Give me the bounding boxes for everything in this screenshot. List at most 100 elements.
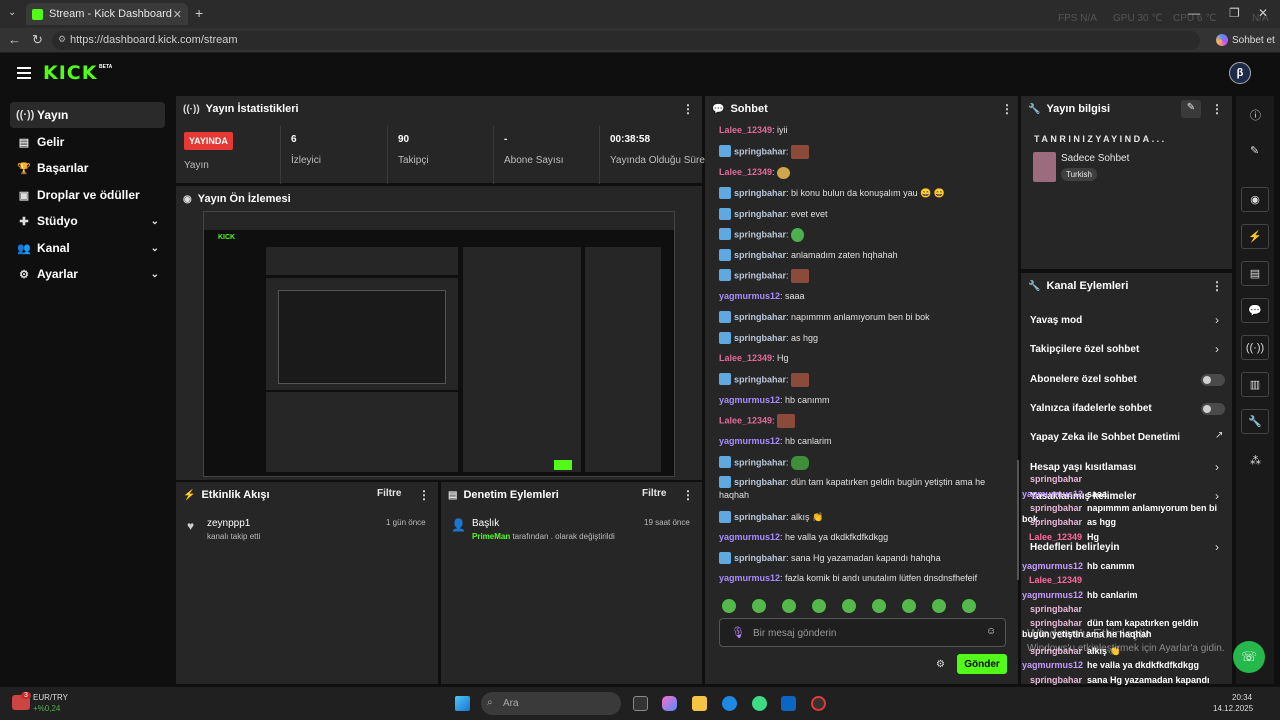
reload-icon[interactable]: ↻ xyxy=(32,32,43,48)
widgets-icon[interactable]: ⁂ xyxy=(1250,454,1261,467)
more-icon[interactable]: ⋮ xyxy=(1211,279,1223,293)
chat-username[interactable]: springbahar xyxy=(734,146,786,156)
wrench-icon[interactable]: 🔧 xyxy=(1241,409,1269,434)
moderation-actor[interactable]: PrimeMan xyxy=(472,532,510,541)
chat-username[interactable]: Lalee_12349 xyxy=(719,415,772,425)
sidebar-item-gelir[interactable]: ▤ Gelir xyxy=(10,129,165,155)
chat-username[interactable]: springbahar xyxy=(734,553,786,563)
chat-input[interactable]: 🎙 Bir mesaj gönderin ☺ xyxy=(719,618,1006,647)
new-tab-icon[interactable]: + xyxy=(195,5,203,21)
explorer-icon[interactable] xyxy=(692,696,707,711)
category-name[interactable]: Sadece Sohbet xyxy=(1061,153,1129,164)
chat-username[interactable]: springbahar xyxy=(734,512,786,522)
chat-icon[interactable]: 💬 xyxy=(1241,298,1269,323)
send-button[interactable]: Gönder xyxy=(957,654,1007,674)
action-slow-mode[interactable]: Yavaş mod xyxy=(1030,315,1082,326)
info-icon[interactable]: ⓘ xyxy=(1250,107,1261,123)
edit-icon[interactable]: ✎ xyxy=(1181,100,1201,118)
chat-username[interactable]: Lalee_12349 xyxy=(719,167,772,177)
bolt-icon[interactable]: ⚡ xyxy=(1241,224,1269,249)
action-ai-moderation[interactable]: Yapay Zeka ile Sohbet Denetimi xyxy=(1030,432,1180,443)
chat-settings-icon[interactable]: ⚙ xyxy=(936,659,945,670)
chat-username[interactable]: springbahar xyxy=(734,188,786,198)
close-window-icon[interactable]: ✕ xyxy=(1258,6,1268,20)
obs-icon[interactable] xyxy=(811,696,826,711)
chat-username[interactable]: Lalee_12349 xyxy=(719,353,772,363)
maximize-icon[interactable]: ❐ xyxy=(1229,6,1240,20)
chat-username[interactable]: springbahar xyxy=(734,374,786,384)
preview-toggle-icon[interactable]: ◉ xyxy=(1241,187,1269,212)
more-icon[interactable]: ⋮ xyxy=(1001,102,1013,116)
more-icon[interactable]: ⋮ xyxy=(682,488,694,502)
more-icon[interactable]: ⋮ xyxy=(418,488,430,502)
chat-username[interactable]: yagmurmus12 xyxy=(719,573,780,583)
filter-button[interactable]: Filtre xyxy=(377,488,401,499)
sidebar-item-studyo[interactable]: ✚ Stüdyo ⌄ xyxy=(10,208,165,234)
chat-username[interactable]: springbahar xyxy=(734,457,786,467)
kick-logo[interactable]: KICK xyxy=(43,62,97,84)
emote-icon[interactable] xyxy=(902,599,916,613)
action-followers-only[interactable]: Takipçilere özel sohbet xyxy=(1030,344,1139,355)
tab-list-icon[interactable]: ⌄ xyxy=(8,7,16,18)
list-icon[interactable]: ▤ xyxy=(1241,261,1269,286)
address-bar[interactable]: ⚙ https://dashboard.kick.com/stream xyxy=(52,31,1200,50)
copilot-button[interactable]: Sohbet et xyxy=(1216,34,1275,46)
emoji-icon[interactable]: ☺ xyxy=(986,626,996,637)
broadcast-icon[interactable]: ((·)) xyxy=(1241,335,1269,360)
emote-icon[interactable] xyxy=(812,599,826,613)
chat-username[interactable]: yagmurmus12 xyxy=(719,436,780,446)
emote-icon[interactable] xyxy=(932,599,946,613)
sidebar-item-basarilar[interactable]: 🏆 Başarılar xyxy=(10,155,165,181)
activity-user[interactable]: zeynppp1 xyxy=(207,518,250,529)
chevron-right-icon[interactable]: › xyxy=(1215,460,1219,474)
emote-icon[interactable] xyxy=(872,599,886,613)
emote-only-toggle[interactable] xyxy=(1201,403,1225,415)
site-info-icon[interactable]: ⚙ xyxy=(58,34,66,45)
chat-username[interactable]: Lalee_12349 xyxy=(719,125,772,135)
back-icon[interactable]: ← xyxy=(8,32,21,47)
chat-username[interactable]: springbahar xyxy=(734,477,786,487)
emote-icon[interactable] xyxy=(962,599,976,613)
subs-only-toggle[interactable] xyxy=(1201,374,1225,386)
sidebar-item-droplar[interactable]: ▣ Droplar ve ödüller xyxy=(10,182,165,208)
action-goals[interactable]: Hedefleri belirleyin xyxy=(1030,542,1119,553)
browser-tab[interactable]: Stream - Kick Dashboard ✕ xyxy=(26,3,188,25)
chat-username[interactable]: springbahar xyxy=(734,270,786,280)
chat-username[interactable]: yagmurmus12 xyxy=(719,291,780,301)
emote-icon[interactable] xyxy=(782,599,796,613)
chat-username[interactable]: springbahar xyxy=(734,209,786,219)
chat-username[interactable]: springbahar xyxy=(734,250,786,260)
microphone-icon[interactable]: 🎙 xyxy=(731,626,745,639)
chat-username[interactable]: yagmurmus12 xyxy=(719,395,780,405)
external-link-icon[interactable]: ↗ xyxy=(1215,430,1223,441)
taskbar-search[interactable]: ⌕ Ara xyxy=(481,692,621,715)
sidebar-item-ayarlar[interactable]: ⚙ Ayarlar ⌄ xyxy=(10,261,165,287)
layout-icon[interactable]: ▥ xyxy=(1241,372,1269,397)
edge-icon[interactable] xyxy=(722,696,737,711)
sidebar-item-kanal[interactable]: 👥 Kanal ⌄ xyxy=(10,235,165,261)
avatar[interactable]: β xyxy=(1229,62,1251,84)
copilot-app-icon[interactable] xyxy=(662,696,677,711)
action-account-age[interactable]: Hesap yaşı kısıtlaması xyxy=(1030,462,1136,473)
help-button[interactable]: ☏ xyxy=(1233,641,1265,673)
chat-scrollbar[interactable] xyxy=(1017,460,1019,580)
menu-icon[interactable] xyxy=(17,67,31,79)
sidebar-item-yayin[interactable]: ((·)) Yayın xyxy=(10,102,165,128)
chat-username[interactable]: springbahar xyxy=(734,312,786,322)
task-view-icon[interactable] xyxy=(633,696,648,711)
start-icon[interactable] xyxy=(455,696,470,711)
chat-username[interactable]: springbahar xyxy=(734,229,786,239)
whatsapp-icon[interactable] xyxy=(752,696,767,711)
emote-icon[interactable] xyxy=(752,599,766,613)
chevron-right-icon[interactable]: › xyxy=(1215,342,1219,356)
stream-preview[interactable]: KICK xyxy=(203,211,675,477)
chat-username[interactable]: springbahar xyxy=(734,333,786,343)
edit-icon[interactable]: ✎ xyxy=(1250,144,1259,157)
store-icon[interactable] xyxy=(781,696,796,711)
chevron-right-icon[interactable]: › xyxy=(1215,313,1219,327)
more-icon[interactable]: ⋮ xyxy=(682,102,694,116)
minimize-icon[interactable]: — xyxy=(1188,6,1200,20)
emote-icon[interactable] xyxy=(842,599,856,613)
emote-bar[interactable] xyxy=(722,599,1012,618)
chat-username[interactable]: yagmurmus12 xyxy=(719,532,780,542)
